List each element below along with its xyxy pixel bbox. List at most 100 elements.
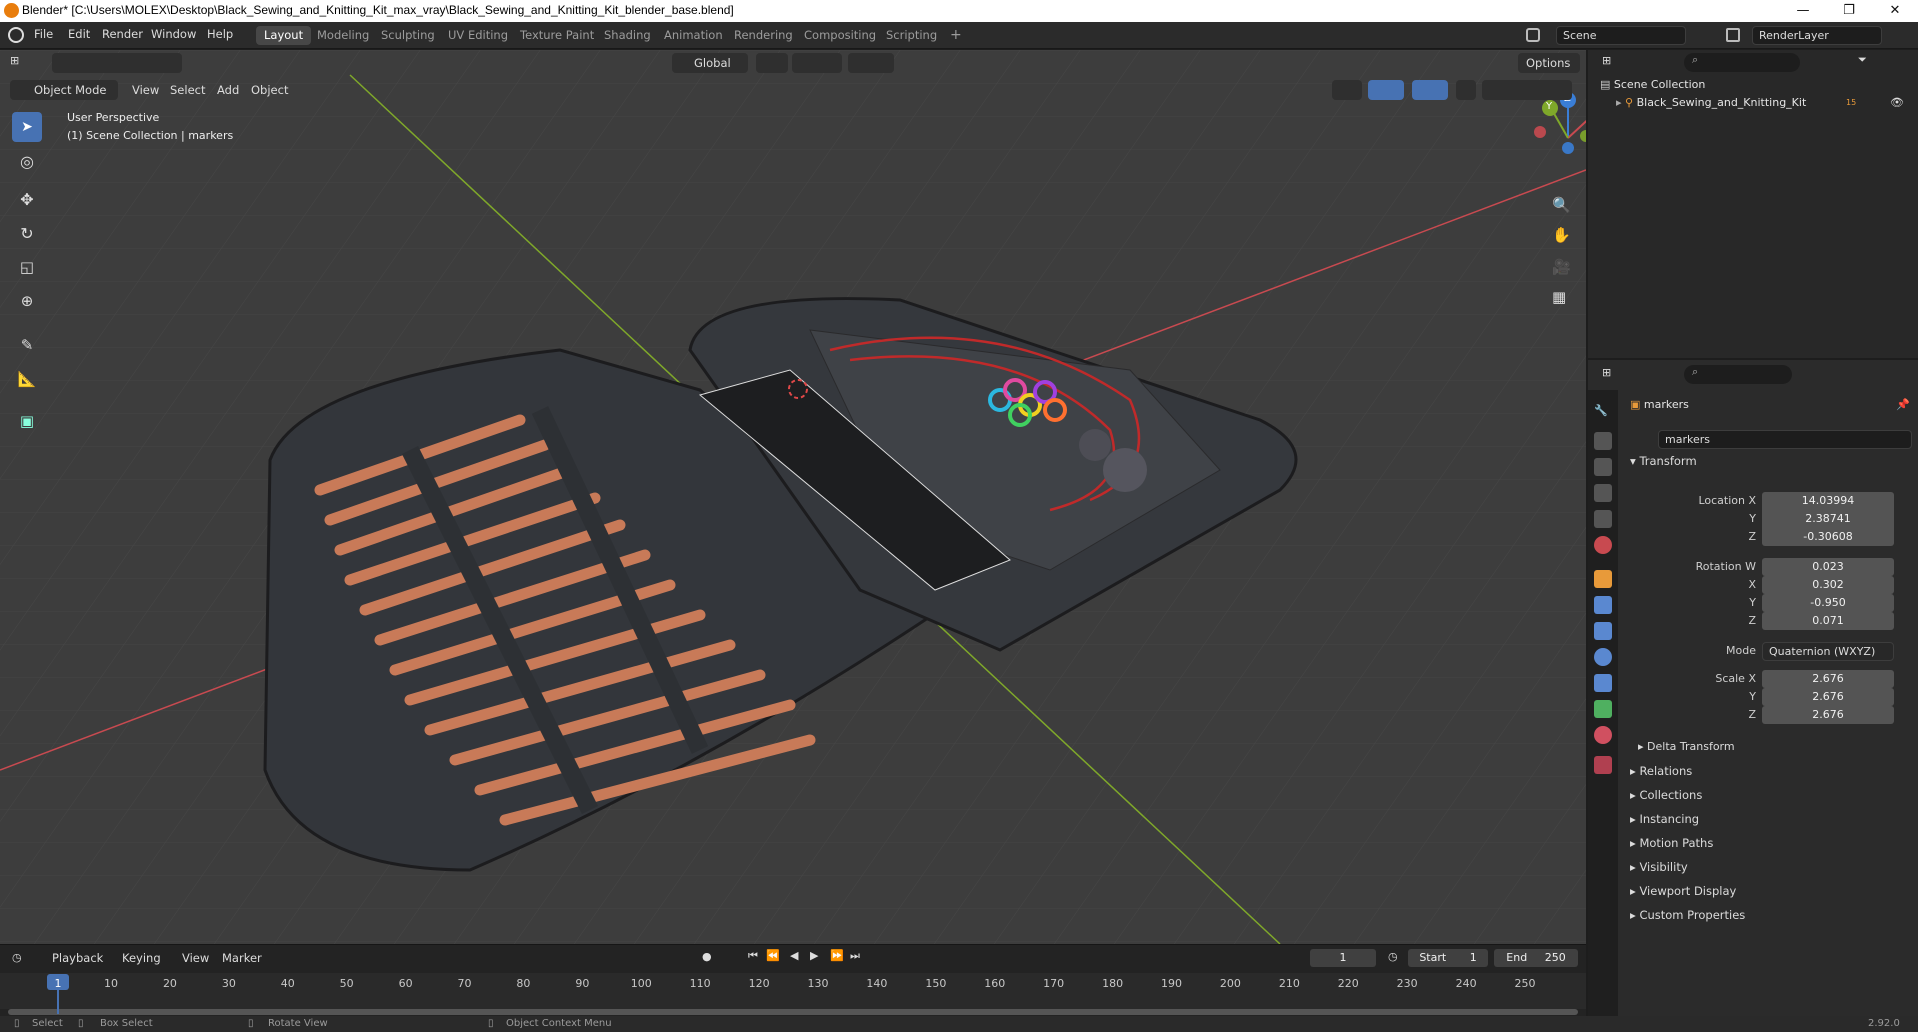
properties-search[interactable]: ⌕ [1684, 365, 1792, 384]
cursor-tool[interactable]: ◎ [12, 146, 42, 176]
gizmo-toggle-icon[interactable] [1368, 80, 1404, 100]
material-tab-icon[interactable] [1594, 726, 1612, 744]
object-mode-dropdown[interactable]: Object Mode [10, 80, 118, 100]
constraints-tab-icon[interactable] [1594, 674, 1612, 692]
instancing-header[interactable]: ▸ Instancing [1630, 812, 1699, 826]
shading-mode-buttons[interactable] [1482, 80, 1572, 100]
outliner-editor-icon[interactable]: ⊞ [1602, 54, 1611, 67]
eye-visibility-icon[interactable]: 👁 [1890, 96, 1904, 109]
rotate-tool[interactable]: ↻ [12, 218, 42, 248]
tab-shading[interactable]: Shading [596, 26, 659, 45]
tab-texture-paint[interactable]: Texture Paint [512, 26, 602, 45]
location-z-field[interactable]: -0.30608 [1762, 528, 1894, 546]
timeline-view-menu[interactable]: View [182, 948, 209, 968]
ortho-grid-icon[interactable]: ▦ [1552, 288, 1566, 306]
menu-file[interactable]: File [34, 27, 53, 41]
rotation-z-field[interactable]: 0.071 [1762, 612, 1894, 630]
transform-tool[interactable]: ⊕ [12, 286, 42, 316]
location-y-field[interactable]: 2.38741 [1762, 510, 1894, 528]
end-frame-field[interactable]: End 250 [1494, 949, 1578, 967]
start-frame-field[interactable]: Start 1 [1408, 949, 1488, 967]
close-button[interactable]: ✕ [1872, 0, 1918, 22]
outliner-root-row[interactable]: ▤ Scene Collection [1600, 78, 1910, 96]
blender-menu-icon[interactable] [8, 27, 24, 43]
scale-y-field[interactable]: 2.676 [1762, 688, 1894, 706]
physics-tab-icon[interactable] [1594, 648, 1612, 666]
renderlayer-icon[interactable] [1726, 28, 1740, 42]
rotation-x-field[interactable]: 0.302 [1762, 576, 1894, 594]
proportional-edit-icon[interactable] [848, 53, 894, 73]
output-tab-icon[interactable] [1594, 458, 1612, 476]
maximize-button[interactable]: ❐ [1826, 0, 1872, 22]
xray-icon[interactable] [1456, 80, 1476, 100]
outliner-search[interactable]: ⌕ [1684, 53, 1800, 72]
vp-menu-object[interactable]: Object [251, 80, 288, 100]
select-box-tool[interactable]: ➤ [12, 112, 42, 142]
scene-icon[interactable] [1526, 28, 1540, 42]
tab-sculpting[interactable]: Sculpting [373, 26, 443, 45]
visibility-icon[interactable] [1332, 80, 1362, 100]
expand-arrow-icon[interactable]: ▸ [1616, 96, 1625, 109]
snap-icon[interactable] [792, 53, 842, 73]
tab-modeling[interactable]: Modeling [309, 26, 377, 45]
renderlayer-field[interactable]: RenderLayer [1752, 26, 1882, 45]
particles-tab-icon[interactable] [1594, 622, 1612, 640]
record-icon[interactable]: ● [702, 950, 712, 963]
relations-header[interactable]: ▸ Relations [1630, 764, 1692, 778]
annotate-tool[interactable]: ✎ [12, 330, 42, 360]
tab-scripting[interactable]: Scripting [878, 26, 945, 45]
menu-window[interactable]: Window [151, 27, 196, 41]
menu-help[interactable]: Help [207, 27, 233, 41]
prev-keyframe-icon[interactable]: ⏪ [766, 949, 780, 962]
render-tab-icon[interactable] [1594, 432, 1612, 450]
use-preview-range-icon[interactable]: ◷ [1388, 950, 1398, 963]
scale-z-field[interactable]: 2.676 [1762, 706, 1894, 724]
tab-animation[interactable]: Animation [656, 26, 731, 45]
move-tool[interactable]: ✥ [12, 184, 42, 214]
pivot-icon[interactable] [756, 53, 788, 73]
tool-settings-tab-icon[interactable]: 🔧 [1594, 404, 1612, 422]
keying-menu[interactable]: Keying [122, 948, 161, 968]
properties-editor-icon[interactable]: ⊞ [1602, 366, 1611, 379]
vp-menu-view[interactable]: View [132, 80, 159, 100]
orientation-dropdown[interactable]: Global [672, 53, 748, 73]
outliner-item[interactable]: ▸ ⚲ Black_Sewing_and_Knitting_Kit 15 👁 [1616, 96, 1916, 114]
scene-field[interactable]: Scene [1556, 26, 1686, 45]
scale-x-field[interactable]: 2.676 [1762, 670, 1894, 688]
tab-rendering[interactable]: Rendering [726, 26, 801, 45]
add-workspace-button[interactable]: + [942, 26, 970, 45]
vp-menu-select[interactable]: Select [170, 80, 205, 100]
scene-tab-icon[interactable] [1594, 510, 1612, 528]
measure-tool[interactable]: 📐 [12, 364, 42, 394]
viewport-display-header[interactable]: ▸ Viewport Display [1630, 884, 1736, 898]
jump-start-icon[interactable]: ⏮ [748, 949, 758, 963]
playback-menu[interactable]: Playback [52, 948, 103, 968]
rotation-w-field[interactable]: 0.023 [1762, 558, 1894, 576]
view-layer-tab-icon[interactable] [1594, 484, 1612, 502]
pan-hand-icon[interactable]: ✋ [1552, 226, 1571, 244]
options-dropdown[interactable]: Options [1518, 53, 1580, 73]
transform-panel-header[interactable]: ▾ Transform [1630, 454, 1697, 468]
modifier-tab-icon[interactable] [1594, 596, 1612, 614]
play-reverse-icon[interactable]: ◀ [790, 949, 798, 962]
vp-menu-add[interactable]: Add [217, 80, 239, 100]
menu-edit[interactable]: Edit [68, 27, 90, 41]
scale-tool[interactable]: ◱ [12, 252, 42, 282]
timeline-editor-icon[interactable]: ◷ [12, 951, 22, 964]
pin-icon[interactable]: 📌 [1896, 398, 1910, 411]
tab-compositing[interactable]: Compositing [796, 26, 884, 45]
zoom-icon[interactable]: 🔍 [1552, 196, 1571, 214]
current-frame-field[interactable]: 1 [1310, 949, 1376, 967]
3d-viewport[interactable]: Z X Y User Perspective (1) Scene Collect… [0, 50, 1586, 944]
jump-end-icon[interactable]: ⏭ [850, 949, 860, 963]
motion-paths-header[interactable]: ▸ Motion Paths [1630, 836, 1713, 850]
timeline-scrollbar[interactable] [8, 1009, 1578, 1015]
menu-render[interactable]: Render [102, 27, 143, 41]
data-tab-icon[interactable] [1594, 700, 1612, 718]
camera-view-icon[interactable]: 🎥 [1552, 258, 1571, 276]
overlay-toggle-icon[interactable] [1412, 80, 1448, 100]
texture-tab-icon[interactable] [1594, 756, 1612, 774]
next-keyframe-icon[interactable]: ⏩ [830, 949, 844, 962]
editor-type-icon[interactable]: ⊞ [10, 54, 30, 70]
marker-menu[interactable]: Marker [222, 948, 262, 968]
